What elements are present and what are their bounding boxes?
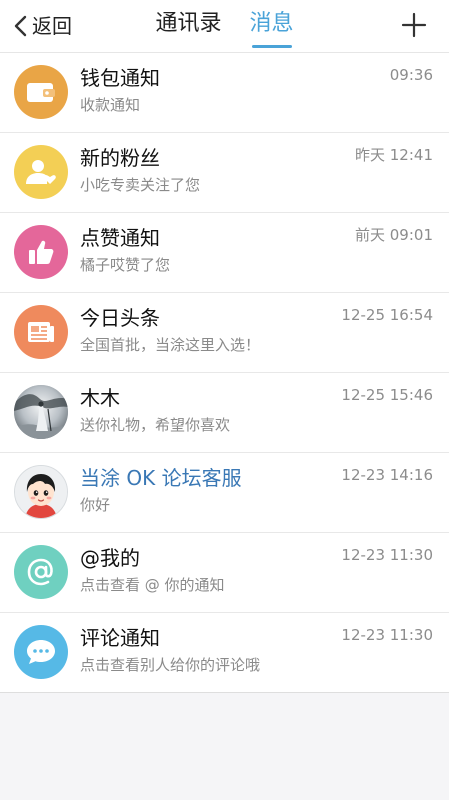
tab-contacts[interactable]: 通讯录 — [155, 10, 221, 42]
message-title: 钱包通知 — [80, 66, 160, 90]
message-row-mumu[interactable]: 木木 送你礼物，希望你喜欢 12-25 15:46 — [0, 373, 449, 453]
message-title: @我的 — [80, 546, 140, 570]
message-row-likes[interactable]: 点赞通知 橘子哎赞了您 前天 09:01 — [0, 213, 449, 293]
message-time: 12-23 11:30 — [341, 546, 433, 564]
message-row-new-fans[interactable]: 新的粉丝 小吃专卖关注了您 昨天 12:41 — [0, 133, 449, 213]
message-title: 今日头条 — [80, 306, 160, 330]
message-row-comments[interactable]: 评论通知 点击查看别人给你的评论哦 12-23 11:30 — [0, 613, 449, 693]
plus-icon[interactable] — [401, 12, 427, 38]
message-title: 当涂 OK 论坛客服 — [80, 466, 242, 490]
message-time: 09:36 — [389, 66, 433, 84]
message-time: 12-25 16:54 — [341, 306, 433, 324]
chat-bubble-icon — [14, 625, 68, 679]
message-row-mentions[interactable]: @我的 点击查看 @ 你的通知 12-23 11:30 — [0, 533, 449, 613]
top-nav-bar: 返回 通讯录 消息 — [0, 0, 449, 53]
message-time: 12-23 11:30 — [341, 626, 433, 644]
message-preview: 点击查看别人给你的评论哦 — [80, 656, 261, 674]
message-preview: 收款通知 — [80, 96, 141, 114]
messages-screen: 返回 通讯录 消息 钱包通知 收款通知 09:36 新的粉丝 小吃专卖关注了您 … — [0, 0, 449, 800]
message-preview: 小吃专卖关注了您 — [80, 176, 201, 194]
message-title: 新的粉丝 — [80, 146, 160, 170]
back-label: 返回 — [32, 14, 72, 38]
message-time: 前天 09:01 — [355, 226, 433, 244]
message-preview: 你好 — [80, 496, 111, 514]
chevron-left-icon — [14, 15, 27, 37]
message-title: 点赞通知 — [80, 226, 160, 250]
message-time: 昨天 12:41 — [355, 146, 433, 164]
message-preview: 橘子哎赞了您 — [80, 256, 171, 274]
message-time: 12-23 14:16 — [341, 466, 433, 484]
message-row-headlines[interactable]: 今日头条 全国首批，当涂这里入选！ 12-25 16:54 — [0, 293, 449, 373]
painting-avatar — [14, 385, 68, 439]
message-title: 木木 — [80, 386, 120, 410]
newspaper-icon — [14, 305, 68, 359]
message-row-wallet[interactable]: 钱包通知 收款通知 09:36 — [0, 53, 449, 133]
message-preview: 全国首批，当涂这里入选！ — [80, 336, 261, 354]
tab-messages[interactable]: 消息 — [250, 10, 294, 48]
back-button[interactable]: 返回 — [12, 12, 72, 40]
message-list: 钱包通知 收款通知 09:36 新的粉丝 小吃专卖关注了您 昨天 12:41 点… — [0, 53, 449, 693]
message-time: 12-25 15:46 — [341, 386, 433, 404]
message-title: 评论通知 — [80, 626, 160, 650]
thumbs-up-icon — [14, 225, 68, 279]
person-heart-icon — [14, 145, 68, 199]
wallet-icon — [14, 65, 68, 119]
at-icon — [14, 545, 68, 599]
message-preview: 点击查看 @ 你的通知 — [80, 576, 225, 594]
girl-avatar — [14, 465, 68, 519]
message-row-forum-service[interactable]: 当涂 OK 论坛客服 你好 12-23 14:16 — [0, 453, 449, 533]
message-preview: 送你礼物，希望你喜欢 — [80, 416, 231, 434]
